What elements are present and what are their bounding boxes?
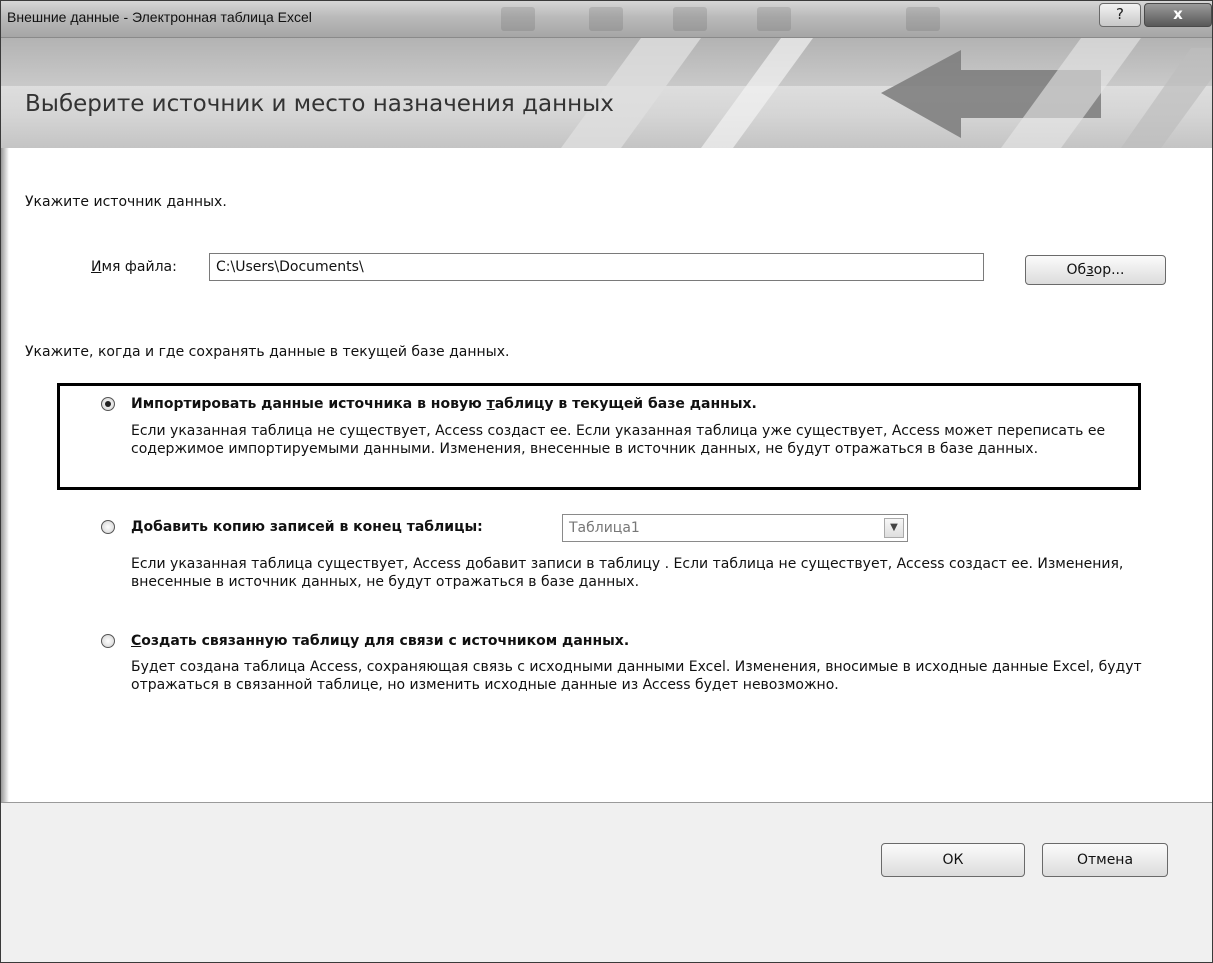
append-option-title[interactable]: Добавить копию записей в конец таблицы: — [131, 519, 483, 535]
cancel-button[interactable]: Отмена — [1042, 843, 1168, 877]
import-radio[interactable] — [101, 397, 115, 411]
source-prompt: Укажите источник данных. — [25, 194, 227, 210]
append-table-select[interactable]: Таблица1 ▼ — [562, 514, 908, 542]
help-button[interactable]: ? — [1099, 3, 1141, 27]
import-option-title[interactable]: Импортировать данные источника в новую т… — [131, 396, 757, 412]
storage-prompt: Укажите, когда и где сохранять данные в … — [25, 344, 510, 360]
window-title: Внешние данные - Электронная таблица Exc… — [7, 9, 312, 25]
dialog-content: Укажите источник данных. Имя файла: Обзо… — [1, 148, 1212, 802]
import-option-description: Если указанная таблица не существует, Ac… — [131, 423, 1106, 457]
link-radio[interactable] — [101, 634, 115, 648]
titlebar-decoration — [673, 7, 707, 31]
ok-button[interactable]: ОК — [881, 843, 1025, 877]
append-radio[interactable] — [101, 520, 115, 534]
link-title-rest: оздать связанную таблицу для связи с ист… — [141, 633, 630, 649]
append-title-rest: обавить копию записей в конец таблицы: — [143, 519, 483, 535]
chevron-down-icon[interactable]: ▼ — [884, 518, 904, 538]
append-option-description: Если указанная таблица существует, Acces… — [131, 556, 1124, 590]
append-title-accel: Д — [131, 519, 144, 535]
import-title-pre: Импортировать данные источника в новую — [131, 396, 487, 412]
browse-label-accel: з — [1086, 262, 1094, 278]
titlebar-decoration — [757, 7, 791, 31]
dialog-footer: ОК Отмена — [1, 802, 1212, 962]
title-bar: Внешние данные - Электронная таблица Exc… — [1, 1, 1212, 38]
titlebar-decoration — [906, 7, 940, 31]
titlebar-decoration — [589, 7, 623, 31]
browse-button[interactable]: Обзор... — [1025, 255, 1166, 285]
radio-selected-dot — [105, 401, 111, 407]
browse-label-post: ор... — [1093, 262, 1125, 278]
titlebar-decoration — [501, 7, 535, 31]
wizard-header: Выберите источник и место назначения дан… — [1, 38, 1212, 148]
file-label-text: мя файла: — [101, 259, 177, 275]
link-option-title[interactable]: Создать связанную таблицу для связи с ис… — [131, 633, 629, 649]
dialog-window: Внешние данные - Электронная таблица Exc… — [0, 0, 1213, 963]
file-name-label: Имя файла: — [91, 259, 177, 275]
import-title-accel: т — [486, 396, 495, 412]
link-option-description: Будет создана таблица Access, сохраняюща… — [131, 659, 1142, 693]
import-title-post: аблицу в текущей базе данных. — [494, 396, 757, 412]
browse-label-pre: Об — [1066, 262, 1087, 278]
file-label-accelerator: И — [91, 259, 102, 275]
append-table-value: Таблица1 — [569, 520, 640, 536]
close-button[interactable]: x — [1144, 3, 1212, 27]
header-title: Выберите источник и место назначения дан… — [25, 91, 614, 117]
link-title-accel: С — [131, 633, 142, 649]
file-name-input[interactable] — [209, 253, 984, 281]
